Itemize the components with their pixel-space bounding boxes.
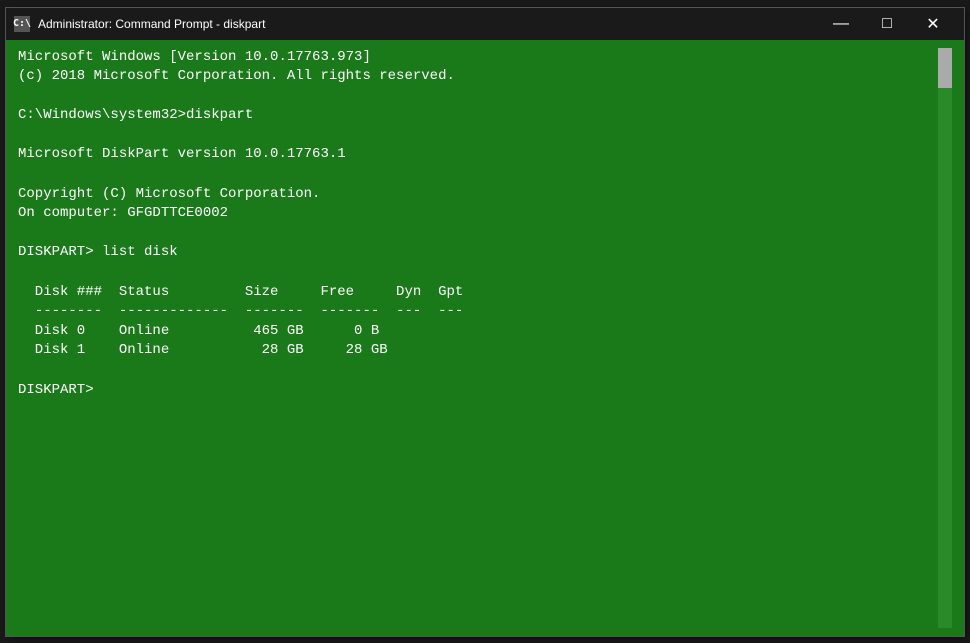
terminal-body[interactable]: Microsoft Windows [Version 10.0.17763.97… [6,40,964,636]
cmd-window: C:\ Administrator: Command Prompt - disk… [5,7,965,637]
window-controls: — □ ✕ [818,8,956,40]
scrollbar-thumb[interactable] [938,48,952,88]
app-icon: C:\ [14,16,30,32]
minimize-button[interactable]: — [818,8,864,40]
scrollbar[interactable] [938,48,952,628]
maximize-button[interactable]: □ [864,8,910,40]
titlebar: C:\ Administrator: Command Prompt - disk… [6,8,964,40]
close-button[interactable]: ✕ [910,8,956,40]
terminal-output: Microsoft Windows [Version 10.0.17763.97… [18,48,938,628]
window-title: Administrator: Command Prompt - diskpart [38,17,818,31]
